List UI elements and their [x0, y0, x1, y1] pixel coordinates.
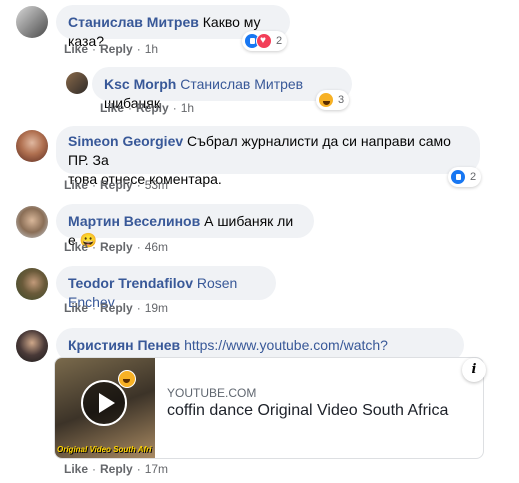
like-button[interactable]: Like [64, 178, 88, 192]
comment-bubble: Simeon Georgiev Събрал журналисти да си … [56, 126, 480, 187]
separator-dot: · [136, 240, 141, 254]
separator-dot: · [128, 101, 133, 115]
comment-actions: Like · Reply · 1h [100, 101, 194, 115]
like-button[interactable]: Like [64, 301, 88, 315]
comment-time[interactable]: 19m [145, 301, 168, 315]
comment-author[interactable]: Simeon Georgiev [68, 133, 183, 149]
avatar[interactable] [16, 130, 48, 162]
comment-bubble: Teodor Trendafilov Rosen Enchev [56, 266, 276, 310]
separator-dot: · [92, 301, 97, 315]
comment-time[interactable]: 1h [181, 101, 194, 115]
avatar[interactable] [16, 268, 48, 300]
reaction-summary[interactable]: 3 [316, 90, 350, 110]
reaction-count: 2 [276, 35, 283, 47]
reaction-count: 2 [470, 171, 477, 183]
reply-button[interactable]: Reply [100, 462, 133, 476]
play-icon [81, 380, 127, 426]
avatar[interactable] [66, 72, 88, 94]
comment-time[interactable]: 53m [145, 178, 168, 192]
separator-dot: · [136, 462, 141, 476]
comment-actions: Like · Reply · 17m [64, 462, 168, 476]
separator-dot: · [136, 178, 141, 192]
like-button[interactable]: Like [64, 240, 88, 254]
comment-author[interactable]: Станислав Митрев [68, 14, 199, 30]
avatar[interactable] [16, 330, 48, 362]
avatar[interactable] [16, 6, 48, 38]
comment-bubble: Ksc Morph Станислав Митрев шибаняк [92, 67, 352, 111]
like-button[interactable]: Like [64, 42, 88, 56]
haha-icon [118, 370, 136, 388]
haha-icon [318, 92, 334, 108]
reply-button[interactable]: Reply [100, 301, 133, 315]
reaction-count: 3 [338, 94, 345, 106]
reaction-summary[interactable]: 2 [448, 167, 482, 187]
separator-dot: · [92, 462, 97, 476]
love-icon [256, 33, 272, 49]
like-button[interactable]: Like [64, 462, 88, 476]
reply-button[interactable]: Reply [100, 42, 133, 56]
comment-author[interactable]: Кристиян Пенев [68, 337, 180, 353]
comment-time[interactable]: 46m [145, 240, 168, 254]
reply-button[interactable]: Reply [100, 240, 133, 254]
like-button[interactable]: Like [100, 101, 124, 115]
mention-link[interactable]: Станислав Митрев [180, 76, 303, 92]
thumbnail-caption: Original Video South Afri [57, 445, 152, 454]
comment-author[interactable]: Мартин Веселинов [68, 213, 200, 229]
info-icon[interactable]: i [462, 358, 486, 382]
video-thumbnail[interactable]: Original Video South Afri [55, 358, 155, 458]
separator-dot: · [136, 301, 141, 315]
comment-bubble: Мартин Веселинов А шибаняк ли е 😀 [56, 204, 314, 248]
comment-author[interactable]: Ksc Morph [104, 76, 176, 92]
separator-dot: · [92, 42, 97, 56]
comment-actions: Like · Reply · 46m [64, 240, 168, 254]
separator-dot: · [92, 240, 97, 254]
reaction-summary[interactable]: 2 [242, 31, 288, 51]
preview-domain: YOUTUBE.COM [167, 386, 257, 400]
comment-time[interactable]: 1h [145, 42, 158, 56]
reply-button[interactable]: Reply [100, 178, 133, 192]
avatar[interactable] [16, 206, 48, 238]
separator-dot: · [136, 42, 141, 56]
separator-dot: · [172, 101, 177, 115]
comment-actions: Like · Reply · 19m [64, 301, 168, 315]
separator-dot: · [92, 178, 97, 192]
preview-title[interactable]: coffin dance Original Video South Africa [167, 402, 448, 420]
like-icon [450, 169, 466, 185]
comment-time[interactable]: 17m [145, 462, 168, 476]
reply-button[interactable]: Reply [136, 101, 169, 115]
link-preview-card[interactable]: Original Video South Afri YOUTUBE.COM co… [54, 357, 484, 459]
comment-author[interactable]: Teodor Trendafilov [68, 275, 193, 291]
comment-actions: Like · Reply · 1h [64, 42, 158, 56]
comment-actions: Like · Reply · 53m [64, 178, 168, 192]
